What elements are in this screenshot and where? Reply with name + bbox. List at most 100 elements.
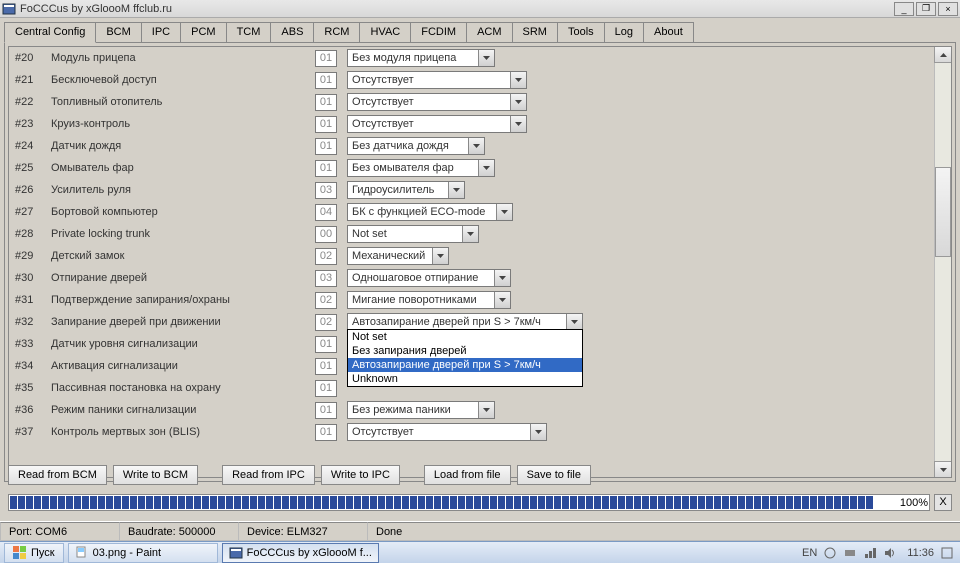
clock[interactable]: 11:36 xyxy=(907,547,934,559)
code-field[interactable]: 01 xyxy=(315,50,337,67)
task-focccus[interactable]: FoCCCus by xGloooM f... xyxy=(222,543,379,563)
chevron-down-icon[interactable] xyxy=(432,248,448,264)
tab-srm[interactable]: SRM xyxy=(512,22,558,42)
row-label: Круиз-контроль xyxy=(51,118,315,130)
tab-abs[interactable]: ABS xyxy=(270,22,314,42)
code-field[interactable]: 01 xyxy=(315,72,337,89)
code-field[interactable]: 02 xyxy=(315,314,337,331)
value-combobox[interactable]: Отсутствует xyxy=(347,115,527,133)
chevron-down-icon[interactable] xyxy=(478,50,494,66)
value-combobox[interactable]: Отсутствует xyxy=(347,93,527,111)
start-button[interactable]: Пуск xyxy=(4,543,64,563)
chevron-down-icon[interactable] xyxy=(478,402,494,418)
tab-about[interactable]: About xyxy=(643,22,694,42)
show-desktop-icon[interactable] xyxy=(940,546,954,560)
code-field[interactable]: 02 xyxy=(315,292,337,309)
dropdown-option[interactable]: Not set xyxy=(348,330,582,344)
chevron-down-icon[interactable] xyxy=(496,204,512,220)
tab-rcm[interactable]: RCM xyxy=(313,22,360,42)
tab-bcm[interactable]: BCM xyxy=(95,22,141,42)
value-combobox[interactable]: Без режима паники xyxy=(347,401,495,419)
network-icon[interactable] xyxy=(863,546,877,560)
dropdown-option[interactable]: Без запирания дверей xyxy=(348,344,582,358)
minimize-button[interactable]: _ xyxy=(894,2,914,16)
chevron-down-icon[interactable] xyxy=(448,182,464,198)
tab-pcm[interactable]: PCM xyxy=(180,22,226,42)
dropdown-list[interactable]: Not setБез запирания дверейАвтозапирание… xyxy=(347,329,583,387)
write-ipc-button[interactable]: Write to IPC xyxy=(321,465,400,485)
system-tray: EN 11:36 xyxy=(796,546,960,560)
volume-icon[interactable] xyxy=(883,546,897,560)
row-id: #26 xyxy=(15,184,51,196)
code-field[interactable]: 01 xyxy=(315,358,337,375)
tab-fcdim[interactable]: FCDIM xyxy=(410,22,467,42)
write-bcm-button[interactable]: Write to BCM xyxy=(113,465,198,485)
read-ipc-button[interactable]: Read from IPC xyxy=(222,465,315,485)
chevron-down-icon[interactable] xyxy=(530,424,546,440)
code-field[interactable]: 01 xyxy=(315,336,337,353)
read-bcm-button[interactable]: Read from BCM xyxy=(8,465,107,485)
tab-log[interactable]: Log xyxy=(604,22,644,42)
value-combobox[interactable]: Мигание поворотниками xyxy=(347,291,511,309)
code-field[interactable]: 01 xyxy=(315,138,337,155)
value-combobox[interactable]: Гидроусилитель xyxy=(347,181,465,199)
tab-tools[interactable]: Tools xyxy=(557,22,605,42)
chevron-down-icon[interactable] xyxy=(510,116,526,132)
code-field[interactable]: 03 xyxy=(315,182,337,199)
config-row: #37Контроль мертвых зон (BLIS)01Отсутств… xyxy=(9,421,933,443)
chevron-down-icon[interactable] xyxy=(566,314,582,330)
code-field[interactable]: 01 xyxy=(315,94,337,111)
code-field[interactable]: 03 xyxy=(315,270,337,287)
vertical-scrollbar[interactable] xyxy=(934,47,951,477)
load-file-button[interactable]: Load from file xyxy=(424,465,511,485)
tab-hvac[interactable]: HVAC xyxy=(359,22,411,42)
chevron-down-icon[interactable] xyxy=(478,160,494,176)
combo-text: Механический xyxy=(348,250,432,262)
value-combobox[interactable]: Без датчика дождя xyxy=(347,137,485,155)
value-combobox[interactable]: Одношаговое отпирание xyxy=(347,269,511,287)
tab-central-config[interactable]: Central Config xyxy=(4,22,96,43)
restore-button[interactable]: ❐ xyxy=(916,2,936,16)
code-field[interactable]: 01 xyxy=(315,116,337,133)
start-label: Пуск xyxy=(31,547,55,559)
value-combobox[interactable]: Без модуля прицепа xyxy=(347,49,495,67)
close-button[interactable]: × xyxy=(938,2,958,16)
value-combobox[interactable]: Not set xyxy=(347,225,479,243)
tab-tcm[interactable]: TCM xyxy=(226,22,272,42)
chevron-down-icon[interactable] xyxy=(468,138,484,154)
dropdown-option[interactable]: Автозапирание дверей при S > 7км/ч xyxy=(348,358,582,372)
dropdown-option[interactable]: Unknown xyxy=(348,372,582,386)
cancel-progress-button[interactable]: X xyxy=(934,494,952,511)
code-field[interactable]: 04 xyxy=(315,204,337,221)
value-combobox[interactable]: Механический xyxy=(347,247,449,265)
save-file-button[interactable]: Save to file xyxy=(517,465,591,485)
chevron-down-icon[interactable] xyxy=(462,226,478,242)
chevron-down-icon[interactable] xyxy=(494,270,510,286)
tray-icon[interactable] xyxy=(843,546,857,560)
code-field[interactable]: 01 xyxy=(315,160,337,177)
tab-ipc[interactable]: IPC xyxy=(141,22,181,42)
language-indicator[interactable]: EN xyxy=(802,547,817,559)
value-combobox[interactable]: Без омывателя фар xyxy=(347,159,495,177)
chevron-down-icon[interactable] xyxy=(510,72,526,88)
code-field[interactable]: 01 xyxy=(315,380,337,397)
value-combobox[interactable]: БК с функцией ECO-mode xyxy=(347,203,513,221)
scroll-area: #20Модуль прицепа01Без модуля прицепа#21… xyxy=(8,46,952,478)
value-combobox[interactable]: Отсутствует xyxy=(347,71,527,89)
chevron-down-icon[interactable] xyxy=(510,94,526,110)
scroll-thumb[interactable] xyxy=(935,167,951,257)
combo-text: Одношаговое отпирание xyxy=(348,272,494,284)
code-field[interactable]: 02 xyxy=(315,248,337,265)
chevron-down-icon[interactable] xyxy=(494,292,510,308)
tab-acm[interactable]: ACM xyxy=(466,22,512,42)
tray-icon[interactable] xyxy=(823,546,837,560)
value-combobox[interactable]: Отсутствует xyxy=(347,423,547,441)
task-label: FoCCCus by xGloooM f... xyxy=(247,547,372,559)
titlebar: FoCCCus by xGloooM ffclub.ru _ ❐ × xyxy=(0,0,960,18)
code-field[interactable]: 01 xyxy=(315,402,337,419)
code-field[interactable]: 00 xyxy=(315,226,337,243)
code-field[interactable]: 01 xyxy=(315,424,337,441)
task-paint[interactable]: 03.png - Paint xyxy=(68,543,218,563)
row-id: #34 xyxy=(15,360,51,372)
scroll-up-button[interactable] xyxy=(934,46,952,63)
